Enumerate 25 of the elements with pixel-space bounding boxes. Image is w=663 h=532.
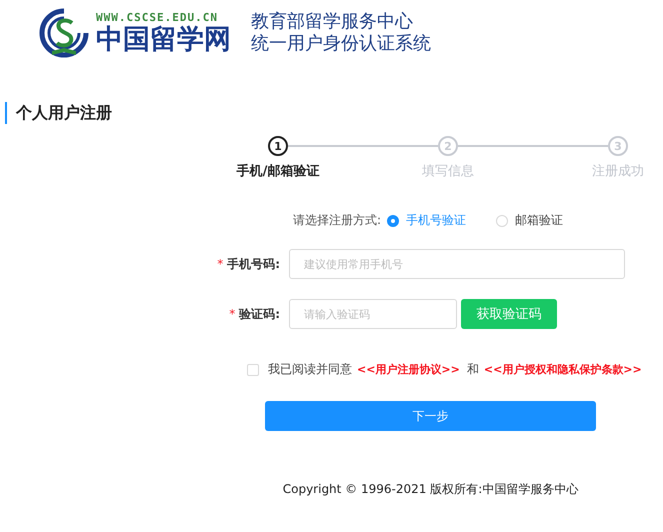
privacy-link[interactable]: <<用户授权和隐私保护条款>> xyxy=(484,362,642,377)
agree-text: 我已阅读并同意 xyxy=(268,361,352,378)
agree-checkbox[interactable] xyxy=(247,364,259,376)
step-label: 填写信息 xyxy=(421,163,475,180)
site-url: WWW.CSCSE.EDU.CN xyxy=(96,10,219,24)
method-label: 请选择注册方式: xyxy=(293,212,382,229)
next-button[interactable]: 下一步 xyxy=(265,401,596,431)
site-name: 中国留学网 xyxy=(96,24,231,56)
step-number: 1 xyxy=(268,136,288,156)
field-label: * 验证码: xyxy=(228,306,281,322)
field-label: * 手机号码: xyxy=(216,256,281,272)
system-title: 教育部留学服务中心 xyxy=(251,11,414,33)
radio-label[interactable]: 邮箱验证 xyxy=(515,212,564,229)
step-label: 注册成功 xyxy=(591,163,645,180)
step-label: 手机/邮箱验证 xyxy=(236,162,320,180)
code-input[interactable]: 请输入验证码 xyxy=(289,299,457,329)
get-code-button[interactable]: 获取验证码 xyxy=(461,299,557,329)
system-title: 统一用户身份认证系统 xyxy=(251,33,431,55)
radio-label[interactable]: 手机号验证 xyxy=(406,212,466,229)
agreement-link[interactable]: <<用户注册协议>> xyxy=(357,362,460,377)
phone-input[interactable]: 建议使用常用手机号 xyxy=(289,249,625,279)
page-title: 个人用户注册 xyxy=(5,102,663,124)
copyright-text: Copyright © 1996-2021 版权所有:中国留学服务中心 xyxy=(282,482,578,496)
radio-button[interactable] xyxy=(387,214,400,226)
joiner-text: 和 xyxy=(466,361,479,378)
